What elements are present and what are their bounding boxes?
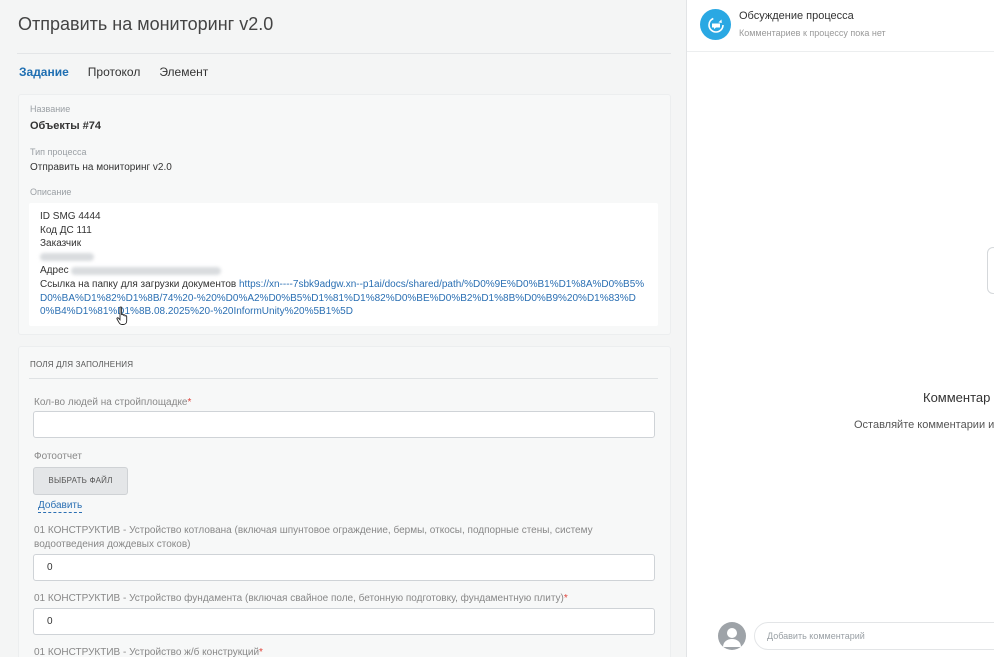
- desc-line-redacted: [40, 251, 647, 265]
- refresh-chat-icon: [707, 16, 724, 33]
- desc-line-id: ID SMG 4444: [40, 211, 101, 222]
- discussion-divider: [687, 51, 994, 52]
- user-silhouette-icon: [723, 628, 741, 647]
- process-type-label: Тип процесса: [30, 147, 87, 157]
- fields-section-title: ПОЛЯ ДЛЯ ЗАПОЛНЕНИЯ: [30, 360, 134, 369]
- required-mark: *: [187, 397, 192, 408]
- required-mark: *: [563, 593, 568, 604]
- name-value: Объекты #74: [30, 120, 102, 132]
- user-avatar-icon: [718, 622, 746, 650]
- address-label: Адрес: [40, 265, 69, 277]
- redacted-text: [40, 253, 94, 262]
- people-count-label: Кол-во людей на стройплощадке*: [34, 397, 192, 408]
- tab-bar: Задание Протокол Элемент: [19, 65, 227, 79]
- photo-report-label: Фотоотчет: [34, 451, 82, 462]
- desc-line-code: Код ДС 111: [40, 224, 92, 236]
- empty-comments-subtitle: Оставляйте комментарии и: [854, 419, 994, 431]
- rc-structures-label: 01 КОНСТРУКТИВ - Устройство ж/б конструк…: [34, 647, 263, 657]
- empty-comments-title: Комментар: [923, 390, 991, 405]
- excavation-label: 01 КОНСТРУКТИВ - Устройство котлована (в…: [34, 525, 593, 550]
- discussion-subtitle: Комментариев к процессу пока нет: [739, 28, 886, 38]
- foundation-label: 01 КОНСТРУКТИВ - Устройство фундамента (…: [34, 593, 568, 604]
- choose-file-button[interactable]: ВЫБРАТЬ ФАЙЛ: [33, 467, 128, 495]
- title-divider: [17, 53, 671, 54]
- tab-element[interactable]: Элемент: [159, 65, 208, 79]
- process-type-value: Отправить на мониторинг v2.0: [30, 162, 172, 173]
- discussion-panel: Обсуждение процесса Комментариев к проце…: [687, 0, 994, 657]
- desc-line-address: Адрес: [40, 264, 647, 278]
- side-toggle-tab[interactable]: [987, 247, 994, 294]
- add-comment-input[interactable]: Добавить комментарий: [754, 622, 994, 650]
- people-count-input[interactable]: [33, 411, 655, 438]
- desc-line-link: Ссылка на папку для загрузки документов …: [40, 278, 647, 319]
- excavation-input[interactable]: 0: [33, 554, 655, 581]
- discussion-icon: [700, 9, 731, 40]
- task-panel: Отправить на мониторинг v2.0 Задание Про…: [0, 0, 686, 657]
- foundation-input[interactable]: 0: [33, 608, 655, 635]
- required-mark: *: [259, 647, 263, 657]
- name-label: Название: [30, 104, 71, 114]
- section-divider: [29, 378, 658, 379]
- hand-cursor-icon: [116, 306, 128, 325]
- discussion-title: Обсуждение процесса: [739, 10, 854, 22]
- desc-line-customer: Заказчик: [40, 238, 82, 250]
- page-title: Отправить на мониторинг v2.0: [18, 14, 274, 34]
- tab-task[interactable]: Задание: [19, 65, 69, 79]
- add-file-link[interactable]: Добавить: [38, 500, 83, 513]
- redacted-address: [71, 266, 222, 275]
- link-prefix: Ссылка на папку для загрузки документов: [40, 278, 239, 290]
- tab-protocol[interactable]: Протокол: [88, 65, 141, 79]
- description-label: Описание: [30, 187, 72, 197]
